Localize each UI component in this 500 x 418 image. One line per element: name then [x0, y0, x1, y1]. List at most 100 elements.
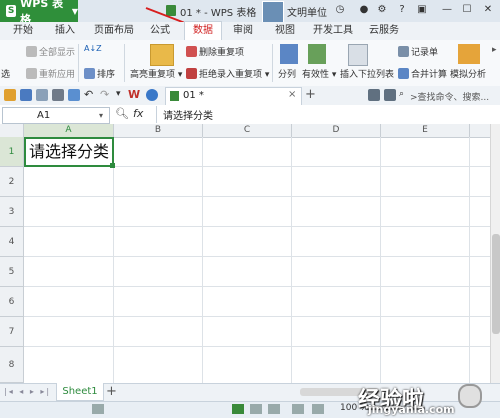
row-header-8[interactable]: 8 [0, 347, 24, 383]
simulate-analysis-button[interactable]: 模拟分析 [450, 67, 486, 80]
maximize-button[interactable]: ☐ [460, 3, 474, 17]
sort-icon [84, 68, 95, 79]
validity-button[interactable]: 有效性 ▾ [302, 67, 336, 80]
status-icon[interactable] [92, 404, 104, 414]
record-form-button[interactable]: 记录单 [398, 45, 438, 58]
row-header-2[interactable]: 2 [0, 167, 24, 197]
user-name[interactable]: 文明单位 [287, 4, 327, 19]
partial-filter-label[interactable]: 选 [1, 67, 10, 80]
ribbon-separator [78, 44, 79, 82]
wps-logo-icon[interactable]: W [128, 88, 140, 101]
preview-icon[interactable] [68, 89, 80, 101]
simulate-icon[interactable] [458, 44, 480, 64]
search-icon[interactable]: ⌕ [399, 89, 404, 99]
show-all-button[interactable]: 全部显示 [26, 45, 75, 58]
row-header-7[interactable]: 7 [0, 317, 24, 347]
reject-duplicates-button[interactable]: 拒绝录入重复项 ▾ [186, 67, 269, 80]
sheet-tab-sheet1[interactable]: Sheet1 [56, 383, 104, 401]
sort-az-icon[interactable]: A↓Z [84, 44, 104, 62]
insert-dropdown-button[interactable]: 插入下拉列表 [340, 67, 394, 80]
skin-icon[interactable]: ● [357, 3, 371, 17]
select-all-corner[interactable] [0, 124, 24, 137]
split-icon[interactable] [280, 44, 298, 64]
column-header-e[interactable]: E [381, 124, 470, 137]
customize-toolbar-icon[interactable]: ▾ [116, 89, 121, 99]
cloud-icon[interactable] [146, 89, 158, 101]
document-tab[interactable]: 01 * × [165, 87, 302, 105]
formula-input[interactable]: 请选择分类 [163, 107, 213, 122]
row-header-4[interactable]: 4 [0, 227, 24, 257]
window-mode-icon[interactable]: ▣ [415, 3, 429, 17]
remove-duplicates-button[interactable]: 删除重复项 [186, 45, 244, 58]
tab-formulas[interactable]: 公式 [146, 22, 174, 40]
column-header-b[interactable]: B [114, 124, 203, 137]
doc-icon [170, 91, 179, 101]
split-column-button[interactable]: 分列 [278, 67, 296, 80]
add-sheet-button[interactable]: + [106, 384, 117, 399]
tab-developer[interactable]: 开发工具 [310, 22, 356, 40]
new-tab-button[interactable]: + [305, 87, 316, 102]
dropdown-list-icon[interactable] [348, 44, 368, 66]
row-header-5[interactable]: 5 [0, 257, 24, 287]
fx-icon[interactable]: fx [133, 107, 143, 120]
tab-data[interactable]: 数据 [184, 21, 222, 41]
save-icon[interactable] [20, 89, 32, 101]
reject-icon [186, 68, 197, 79]
cell-reference: A1 [37, 110, 51, 121]
name-box[interactable]: A1 ▾ [2, 107, 110, 124]
command-search-input[interactable]: >查找命令、搜索... [410, 90, 489, 103]
clock-icon[interactable]: ◷ [333, 3, 347, 17]
chevron-down-icon: ▾ [99, 111, 104, 120]
zoom-formula-icon[interactable]: 🔍︎ [115, 107, 129, 120]
tab-review[interactable]: 审阅 [228, 22, 258, 40]
redo-icon[interactable]: ↷ [100, 88, 109, 101]
fill-handle[interactable] [110, 163, 115, 168]
panel-icon[interactable] [384, 89, 396, 101]
user-avatar[interactable] [262, 1, 284, 23]
column-header-c[interactable]: C [203, 124, 292, 137]
ribbon-expand-icon[interactable]: ▸ [492, 45, 497, 55]
refresh-icon [26, 68, 37, 79]
row-header-6[interactable]: 6 [0, 287, 24, 317]
highlight-duplicates-button[interactable]: 高亮重复项 ▾ [130, 67, 182, 80]
eye-protection-icon[interactable] [292, 404, 304, 414]
reading-mode-icon[interactable] [312, 404, 324, 414]
tab-page-layout[interactable]: 页面布局 [92, 22, 136, 40]
dropdown-arrow-icon: ▼ [71, 6, 78, 16]
document-tab-label: 01 * [183, 90, 204, 101]
vertical-scrollbar[interactable] [490, 124, 500, 383]
row-header-3[interactable]: 3 [0, 197, 24, 227]
tab-insert[interactable]: 插入 [50, 22, 80, 40]
print-icon[interactable] [52, 89, 64, 101]
reapply-button[interactable]: 重新应用 [26, 67, 75, 80]
page-layout-view-icon[interactable] [250, 404, 262, 414]
tab-home[interactable]: 开始 [8, 22, 38, 40]
tab-cloud[interactable]: 云服务 [364, 22, 404, 40]
consolidate-icon [398, 68, 409, 79]
cell-grid[interactable] [24, 137, 490, 383]
help-icon[interactable]: ? [395, 3, 409, 17]
open-folder-icon[interactable] [4, 89, 16, 101]
layout-icon[interactable] [368, 89, 380, 101]
sheet-nav-arrows-icon[interactable]: |◂ ◂ ▸ ▸| [4, 387, 51, 396]
highlight-duplicates-icon[interactable] [150, 44, 174, 66]
consolidate-button[interactable]: 合并计算 [398, 67, 447, 80]
close-tab-icon[interactable]: × [288, 89, 296, 100]
column-header-a[interactable]: A [24, 124, 114, 137]
column-header-d[interactable]: D [292, 124, 381, 137]
minimize-button[interactable]: — [440, 3, 454, 17]
undo-icon[interactable]: ↶ [84, 88, 93, 101]
scroll-thumb[interactable] [492, 234, 500, 334]
row-header-1[interactable]: 1 [0, 137, 24, 167]
export-icon[interactable] [36, 89, 48, 101]
sort-button[interactable]: 排序 [84, 67, 115, 80]
validity-icon[interactable] [308, 44, 326, 64]
watermark-url: jingyanla.com [368, 403, 455, 416]
normal-view-icon[interactable] [232, 404, 244, 414]
cell-a1[interactable]: 请选择分类 [24, 137, 114, 167]
wps-menu-button[interactable]: S WPS 表格 ▼ [0, 0, 78, 26]
tab-view[interactable]: 视图 [270, 22, 300, 40]
page-break-view-icon[interactable] [268, 404, 280, 414]
close-button[interactable]: ✕ [481, 3, 495, 17]
settings-icon[interactable]: ⚙ [375, 3, 389, 17]
